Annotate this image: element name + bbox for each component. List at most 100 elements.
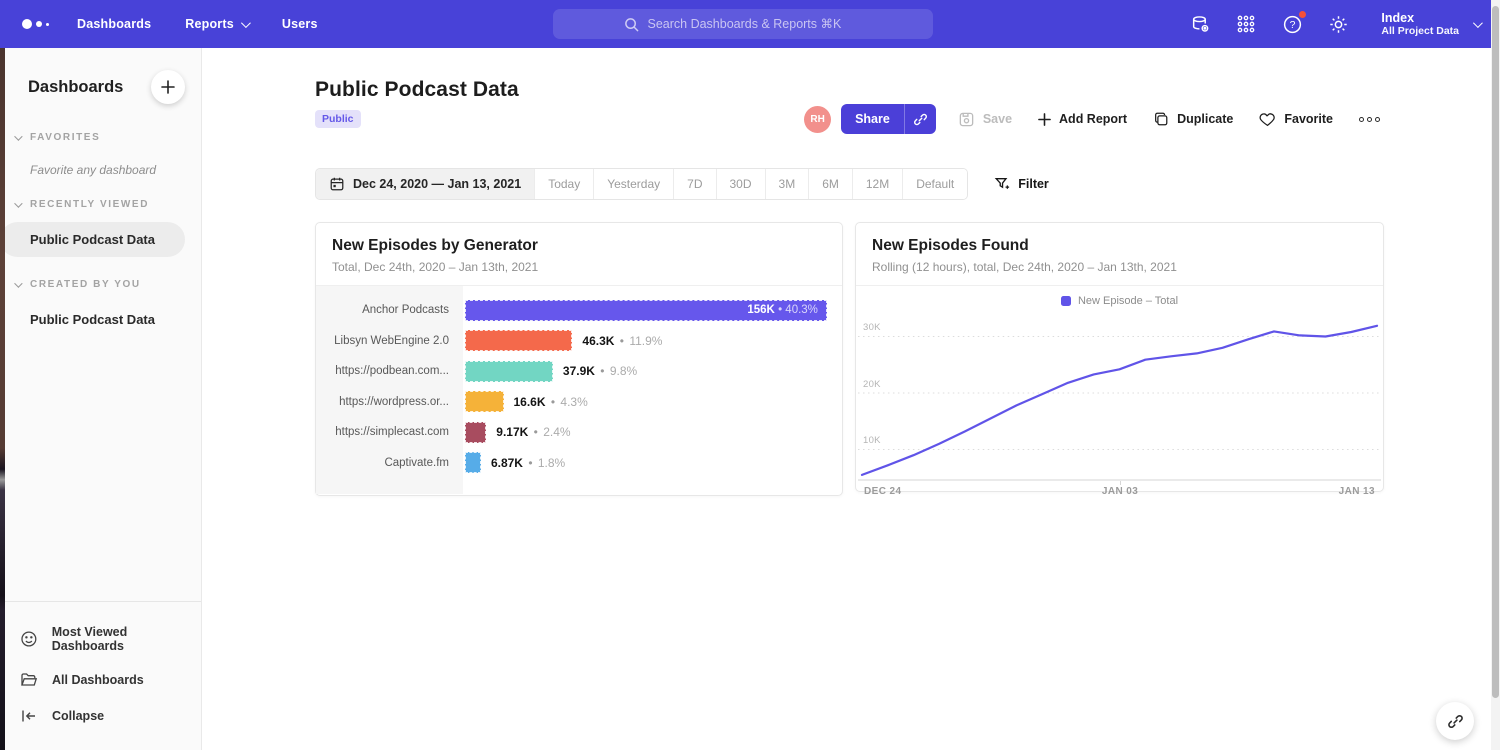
most-viewed-dashboards-button[interactable]: Most Viewed Dashboards <box>0 616 201 662</box>
sidebar-title: Dashboards <box>28 78 123 97</box>
x-tick-mark <box>1120 481 1121 485</box>
workspace-subtitle: All Project Data <box>1381 25 1459 37</box>
date-controls: Dec 24, 2020 — Jan 13, 2021 Today Yester… <box>315 168 1384 200</box>
section-header-recently-viewed[interactable]: RECENTLY VIEWED <box>0 199 201 210</box>
bar[interactable] <box>465 330 572 351</box>
chevron-down-icon <box>14 279 22 287</box>
chevron-down-icon <box>241 18 251 28</box>
bar[interactable] <box>465 361 553 382</box>
preset-6m[interactable]: 6M <box>809 169 853 199</box>
legend-item[interactable]: New Episode – Total <box>856 286 1383 311</box>
date-range-segments: Dec 24, 2020 — Jan 13, 2021 Today Yester… <box>315 168 968 200</box>
preset-12m[interactable]: 12M <box>853 169 903 199</box>
apps-grid-icon[interactable] <box>1235 13 1257 35</box>
legend-label: New Episode – Total <box>1078 295 1178 307</box>
duplicate-button[interactable]: Duplicate <box>1153 111 1233 127</box>
add-dashboard-button[interactable] <box>151 70 185 104</box>
date-range-button[interactable]: Dec 24, 2020 — Jan 13, 2021 <box>316 169 535 199</box>
brand-logo-dots-icon[interactable] <box>22 19 49 29</box>
svg-text:?: ? <box>1289 19 1295 31</box>
global-search[interactable] <box>553 9 933 39</box>
nav-item-reports[interactable]: Reports <box>185 17 248 31</box>
y-tick-30k: 30K <box>863 322 881 333</box>
line-chart-svg <box>858 313 1381 481</box>
plus-icon <box>161 80 175 94</box>
chevron-down-icon <box>14 199 22 207</box>
screen-edge-artifact <box>0 48 5 750</box>
workspace-name: Index <box>1381 11 1459 25</box>
save-button[interactable]: Save <box>958 111 1012 128</box>
preset-yesterday[interactable]: Yesterday <box>594 169 674 199</box>
bar-row: Anchor Podcasts 156K • 40.3% <box>316 295 842 326</box>
x-axis: DEC 24 JAN 03 JAN 13 <box>856 481 1383 497</box>
collapse-sidebar-button[interactable]: Collapse <box>0 698 201 734</box>
nav-item-users[interactable]: Users <box>282 17 318 31</box>
line-series[interactable] <box>862 326 1377 475</box>
page-title: Public Podcast Data <box>315 78 1384 102</box>
filter-button[interactable]: Filter <box>994 176 1049 192</box>
bar[interactable] <box>465 422 486 443</box>
workspace-switcher[interactable]: Index All Project Data <box>1381 11 1480 37</box>
favorite-button[interactable]: Favorite <box>1259 111 1333 128</box>
bar[interactable]: 156K • 40.3% <box>465 300 827 321</box>
preset-today[interactable]: Today <box>535 169 594 199</box>
floating-share-link-button[interactable] <box>1436 702 1474 740</box>
sidebar-footer: Most Viewed Dashboards All Dashboards Co… <box>0 601 201 750</box>
sidebar: Dashboards FAVORITES Favorite any dashbo… <box>0 48 202 750</box>
notification-badge <box>1298 10 1307 19</box>
share-split-button: Share <box>841 104 936 134</box>
section-header-favorites[interactable]: FAVORITES <box>0 132 201 143</box>
nav-item-dashboards[interactable]: Dashboards <box>77 17 151 31</box>
bar[interactable] <box>465 391 504 412</box>
preset-7d[interactable]: 7D <box>674 169 716 199</box>
section-header-created-by-you[interactable]: CREATED BY YOU <box>0 279 201 290</box>
sidebar-item-public-podcast-data-created[interactable]: Public Podcast Data <box>0 302 201 337</box>
plus-icon <box>1038 113 1051 126</box>
bar-row: https://simplecast.com 9.17K • 2.4% <box>316 417 842 448</box>
more-options-button[interactable] <box>1355 113 1384 126</box>
chevron-down-icon <box>14 132 22 140</box>
horizontal-bar-chart: Anchor Podcasts 156K • 40.3% <box>316 286 842 495</box>
heart-icon <box>1259 111 1276 128</box>
header-actions: RH Share <box>804 104 1384 134</box>
search-input[interactable] <box>648 17 863 31</box>
card-new-episodes-found: New Episodes Found Rolling (12 hours), t… <box>855 222 1384 492</box>
preset-3m[interactable]: 3M <box>766 169 810 199</box>
x-label-jan-03: JAN 03 <box>1102 486 1138 497</box>
share-button[interactable]: Share <box>841 104 904 134</box>
scrollbar-thumb[interactable] <box>1492 6 1499 698</box>
main-area: Public Podcast Data Public RH Share <box>202 48 1500 750</box>
bar-row: Captivate.fm 6.87K • 1.8% <box>316 448 842 479</box>
link-icon <box>1447 713 1464 730</box>
copy-icon <box>1153 111 1169 127</box>
link-icon <box>913 112 928 127</box>
sidebar-item-public-podcast-data[interactable]: Public Podcast Data <box>0 222 185 257</box>
save-icon <box>958 111 975 128</box>
card-new-episodes-by-generator: New Episodes by Generator Total, Dec 24t… <box>315 222 843 496</box>
scrollbar-track[interactable] <box>1491 0 1500 750</box>
line-chart: 30K 20K 10K <box>858 313 1381 481</box>
card-subtitle: Rolling (12 hours), total, Dec 24th, 202… <box>872 260 1367 274</box>
search-icon <box>624 17 639 32</box>
visibility-badge: Public <box>315 110 361 128</box>
share-link-button[interactable] <box>904 104 936 134</box>
settings-gear-icon[interactable] <box>1327 13 1349 35</box>
data-sources-icon[interactable] <box>1189 13 1211 35</box>
funnel-plus-icon <box>994 176 1010 192</box>
all-dashboards-button[interactable]: All Dashboards <box>0 662 201 698</box>
help-icon[interactable]: ? <box>1281 13 1303 35</box>
avatar[interactable]: RH <box>804 106 831 133</box>
x-label-dec-24: DEC 24 <box>864 486 901 497</box>
bar-row: https://wordpress.or... 16.6K • 4.3% <box>316 387 842 418</box>
sidebar-section-created-by-you: CREATED BY YOU Public Podcast Data <box>0 279 201 337</box>
preset-default[interactable]: Default <box>903 169 967 199</box>
bar-row: https://podbean.com... 37.9K • 9.8% <box>316 356 842 387</box>
bar[interactable] <box>465 452 481 473</box>
collapse-icon <box>20 707 38 725</box>
preset-30d[interactable]: 30D <box>717 169 766 199</box>
y-tick-20k: 20K <box>863 379 881 390</box>
calendar-icon <box>329 176 345 192</box>
x-label-jan-13: JAN 13 <box>1339 486 1375 497</box>
top-nav: Dashboards Reports Users <box>0 0 1500 48</box>
add-report-button[interactable]: Add Report <box>1038 112 1127 126</box>
